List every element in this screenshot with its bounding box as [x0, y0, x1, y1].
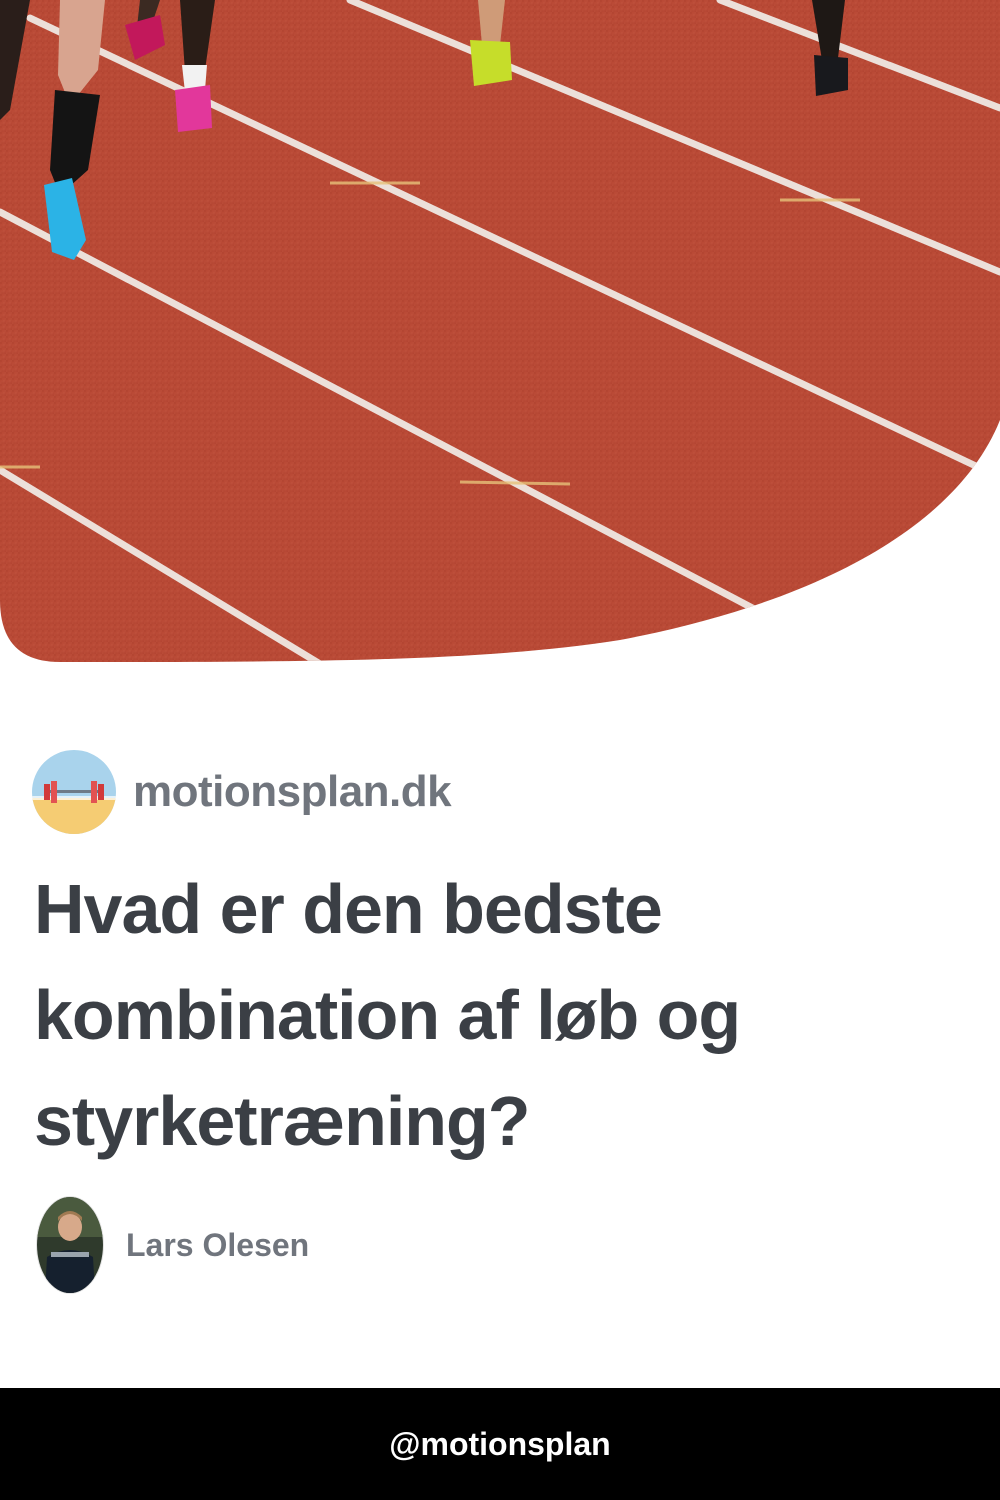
title-line-1: Hvad er den bedste: [34, 870, 663, 948]
author-byline[interactable]: Lars Olesen: [36, 1196, 309, 1294]
author-name: Lars Olesen: [126, 1226, 310, 1263]
avatar: [36, 1196, 104, 1294]
social-handle[interactable]: @motionsplan: [389, 1426, 610, 1463]
barbell-beach-logo-icon: [32, 750, 116, 834]
footer-bar: @motionsplan: [0, 1388, 1000, 1500]
site-brand[interactable]: motionsplan.dk: [32, 750, 452, 834]
article-title[interactable]: Hvad er den bedste kombination af løb og…: [34, 856, 934, 1174]
site-name: motionsplan.dk: [133, 767, 452, 816]
title-line-3: styrketræning?: [34, 1082, 531, 1160]
share-card: motionsplan.dk Hvad er den bedste kombin…: [0, 0, 1000, 1500]
hero-image: [0, 0, 1000, 662]
title-line-2: kombination af løb og: [34, 976, 741, 1054]
